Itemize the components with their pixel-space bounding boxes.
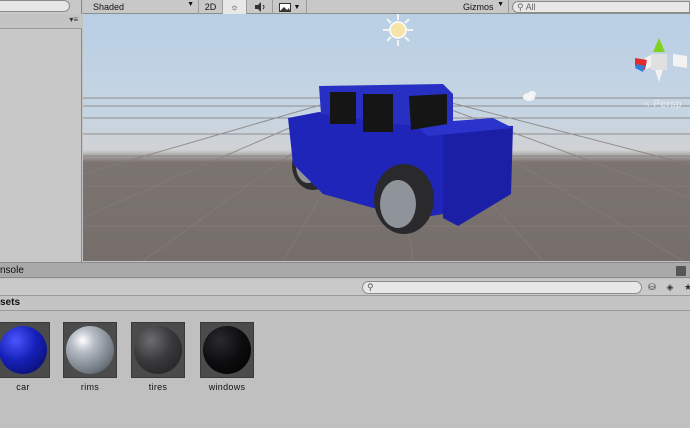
gizmos-label: Gizmos bbox=[463, 2, 494, 12]
asset-label: car bbox=[16, 382, 30, 392]
material-sphere-tires bbox=[134, 326, 182, 374]
sun-icon: ☼ bbox=[230, 2, 239, 12]
assets-breadcrumb: sets bbox=[0, 297, 690, 311]
projection-label[interactable]: < Persp bbox=[644, 99, 682, 110]
search-icon: ⚲ bbox=[517, 1, 524, 12]
filter-by-type-icon[interactable]: ⛁ bbox=[644, 281, 660, 294]
asset-thumbnail bbox=[0, 322, 50, 378]
hierarchy-header: ▾≡ bbox=[0, 14, 82, 29]
car-model[interactable] bbox=[83, 14, 690, 261]
shading-mode-dropdown[interactable]: Shaded ▼ bbox=[83, 0, 199, 14]
shading-mode-label: Shaded bbox=[93, 2, 125, 12]
orientation-gizmo[interactable] bbox=[631, 24, 690, 96]
chevron-down-icon: ▼ bbox=[293, 3, 301, 11]
asset-item[interactable]: tires bbox=[131, 322, 185, 392]
asset-thumbnail bbox=[131, 322, 185, 378]
project-toolbar: ⚲ ⛁ ◈ ★ bbox=[0, 279, 690, 296]
gizmos-dropdown[interactable]: Gizmos ▼ bbox=[459, 0, 509, 14]
chevron-left-icon: < bbox=[643, 99, 651, 110]
console-tab-bar: nsole bbox=[0, 262, 690, 278]
hierarchy-search-input[interactable] bbox=[0, 0, 70, 12]
chevron-down-icon: ▼ bbox=[187, 1, 194, 8]
asset-label: rims bbox=[80, 382, 100, 392]
projection-text: Persp bbox=[653, 99, 682, 110]
asset-thumbnail bbox=[200, 322, 254, 378]
2d-toggle-label: 2D bbox=[204, 2, 217, 12]
scene-viewport[interactable]: < Persp bbox=[83, 14, 690, 261]
scene-search-placeholder: All bbox=[525, 2, 536, 12]
hierarchy-panel: ▾≡ bbox=[0, 0, 82, 262]
chevron-down-icon: ▼ bbox=[497, 1, 504, 8]
panel-menu-icon[interactable] bbox=[676, 266, 686, 276]
material-sphere-rims bbox=[66, 326, 114, 374]
asset-item[interactable]: windows bbox=[200, 322, 254, 392]
assets-grid: car rims tires windows bbox=[0, 312, 690, 428]
scene-toolbar: Shaded ▼ 2D ☼ ▼ Gizmos ▼ ⚲ All bbox=[83, 0, 690, 14]
project-search-input[interactable]: ⚲ bbox=[362, 281, 642, 294]
speaker-icon bbox=[254, 2, 264, 12]
asset-item[interactable]: rims bbox=[63, 322, 117, 392]
lighting-toggle-button[interactable]: ☼ bbox=[223, 0, 247, 14]
material-sphere-windows bbox=[203, 326, 251, 374]
2d-toggle-button[interactable]: 2D bbox=[199, 0, 223, 14]
asset-thumbnail bbox=[63, 322, 117, 378]
filter-by-label-icon[interactable]: ◈ bbox=[662, 281, 678, 294]
effects-dropdown[interactable]: ▼ bbox=[273, 0, 307, 14]
favorite-star-icon[interactable]: ★ bbox=[680, 281, 690, 294]
asset-item[interactable]: car bbox=[0, 322, 50, 392]
asset-label: windows bbox=[208, 382, 246, 392]
asset-label: tires bbox=[148, 382, 168, 392]
scene-search-input[interactable]: ⚲ All bbox=[512, 1, 690, 13]
material-sphere-car bbox=[0, 326, 47, 374]
audio-toggle-button[interactable] bbox=[247, 0, 273, 14]
image-icon bbox=[278, 2, 291, 12]
console-tab[interactable]: nsole bbox=[0, 265, 24, 276]
search-icon: ⚲ bbox=[367, 282, 374, 292]
hierarchy-menu-icon[interactable]: ▾≡ bbox=[69, 15, 78, 24]
folder-title: sets bbox=[0, 297, 21, 308]
